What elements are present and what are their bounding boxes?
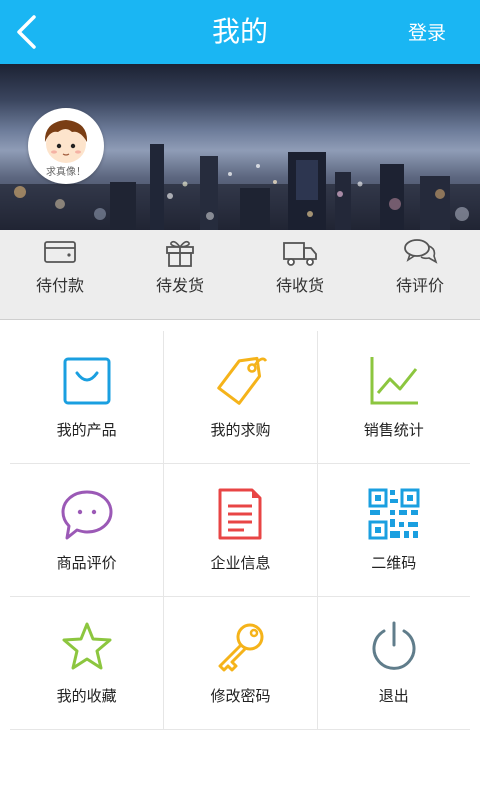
top-bar: 我的 登录 bbox=[0, 0, 480, 64]
menu-my-purchase-requests[interactable]: 我的求购 bbox=[163, 331, 316, 464]
menu-company-info[interactable]: 企业信息 bbox=[163, 464, 316, 597]
menu-label: 商品评价 bbox=[56, 554, 117, 572]
key-icon bbox=[218, 623, 264, 672]
menu-qr-code[interactable]: 二维码 bbox=[316, 464, 470, 597]
menu-label: 二维码 bbox=[371, 554, 417, 572]
shopping-bag-icon bbox=[63, 357, 111, 405]
menu-label: 退出 bbox=[378, 687, 409, 705]
order-pending-payment[interactable]: 待付款 bbox=[0, 230, 120, 320]
order-label: 待付款 bbox=[35, 276, 84, 295]
avatar-label: 求真像！ bbox=[46, 167, 86, 178]
gift-box-icon bbox=[166, 240, 194, 267]
line-chart-icon bbox=[370, 357, 418, 405]
order-label: 待评价 bbox=[395, 276, 444, 295]
order-pending-shipment[interactable]: 待发货 bbox=[120, 230, 240, 320]
menu-label: 修改密码 bbox=[210, 687, 271, 705]
document-icon bbox=[218, 488, 262, 540]
menu-label: 我的求购 bbox=[210, 421, 271, 439]
menu-label: 我的产品 bbox=[56, 421, 117, 439]
price-tag-icon bbox=[217, 356, 268, 405]
menu-logout[interactable]: 退出 bbox=[316, 597, 470, 730]
menu-my-favorites[interactable]: 我的收藏 bbox=[10, 597, 163, 730]
order-pending-receipt[interactable]: 待收货 bbox=[240, 230, 360, 320]
order-status-bar: 待付款 待发货 待收货 待评价 bbox=[0, 230, 480, 320]
menu-label: 我的收藏 bbox=[56, 687, 117, 705]
chat-bubble-icon bbox=[61, 490, 113, 540]
star-icon bbox=[62, 622, 112, 670]
order-label: 待收货 bbox=[275, 276, 324, 295]
menu-my-products[interactable]: 我的产品 bbox=[10, 331, 163, 464]
menu-change-password[interactable]: 修改密码 bbox=[163, 597, 316, 730]
delivery-truck-icon bbox=[283, 242, 317, 266]
menu-grid: 我的产品 我的求购 销售统计 商品评价 企业信息 二维码 我的收藏 修改密码 退… bbox=[10, 331, 470, 730]
menu-product-reviews[interactable]: 商品评价 bbox=[10, 464, 163, 597]
order-label: 待发货 bbox=[155, 276, 204, 295]
menu-label: 销售统计 bbox=[363, 421, 424, 439]
menu-row: 商品评价 企业信息 二维码 bbox=[10, 464, 470, 597]
login-button[interactable]: 登录 bbox=[408, 0, 446, 64]
power-icon bbox=[372, 621, 416, 670]
menu-label: 企业信息 bbox=[210, 554, 271, 572]
avatar[interactable]: 求真像！ bbox=[28, 108, 104, 184]
order-pending-review[interactable]: 待评价 bbox=[360, 230, 480, 320]
chat-bubbles-icon bbox=[404, 239, 438, 264]
menu-row: 我的产品 我的求购 销售统计 bbox=[10, 331, 470, 464]
menu-row: 我的收藏 修改密码 退出 bbox=[10, 597, 470, 730]
wallet-icon bbox=[44, 241, 76, 263]
menu-sales-statistics[interactable]: 销售统计 bbox=[316, 331, 470, 464]
qr-code-icon bbox=[368, 488, 420, 540]
